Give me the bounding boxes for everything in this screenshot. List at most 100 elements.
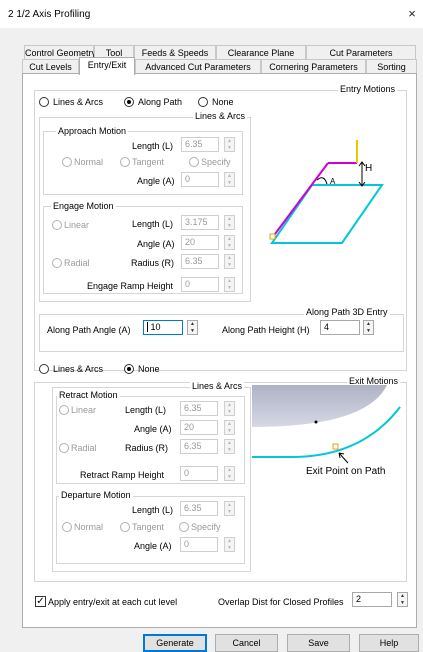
along-path-title: Along Path 3D Entry: [304, 307, 390, 317]
retract-ramp-field[interactable]: 0: [180, 466, 218, 481]
entry-motions-title: Entry Motions: [338, 84, 398, 94]
entry-lines-arcs-label: Lines & Arcs: [53, 97, 104, 107]
apply-entry-exit-checkbox[interactable]: ✓: [35, 596, 46, 607]
engage-ramp-field[interactable]: 0: [181, 277, 219, 292]
departure-normal-radio[interactable]: [62, 522, 72, 532]
along-path-height-spinner[interactable]: ▲ ▼: [363, 320, 374, 335]
overlap-dist-label: Overlap Dist for Closed Profiles: [218, 597, 344, 607]
diagram-angle-label: A: [330, 177, 336, 186]
departure-angle-spinner[interactable]: ▲ ▼: [224, 537, 235, 552]
approach-normal-radio[interactable]: [62, 157, 72, 167]
approach-specify-radio[interactable]: [189, 157, 199, 167]
departure-tangent-radio[interactable]: [120, 522, 130, 532]
departure-length-label: Length (L): [132, 505, 174, 515]
entry-lines-arcs-radio[interactable]: [39, 97, 49, 107]
retract-linear-radio[interactable]: [59, 405, 69, 415]
exit-lines-arcs-title: Lines & Arcs: [190, 381, 245, 391]
retract-motion-title: Retract Motion: [57, 390, 120, 400]
retract-radial-radio[interactable]: [59, 443, 69, 453]
entry-start-point: [269, 233, 276, 240]
entry-along-path-radio[interactable]: [124, 97, 134, 107]
along-path-angle-field[interactable]: 10: [143, 320, 183, 335]
exit-none-radio[interactable]: [124, 364, 134, 374]
retract-angle-spinner[interactable]: ▲ ▼: [224, 420, 235, 435]
approach-tangent-label: Tangent: [132, 157, 165, 167]
retract-length-label: Length (L): [125, 405, 167, 415]
tab-sorting[interactable]: Sorting: [366, 59, 417, 74]
exit-lines-arcs-radio[interactable]: [39, 364, 49, 374]
apply-entry-exit-label: Apply entry/exit at each cut level: [48, 597, 178, 607]
tab-clearance-plane[interactable]: Clearance Plane: [216, 45, 306, 60]
retract-radius-field[interactable]: 6.35: [180, 439, 218, 454]
engage-linear-radio[interactable]: [52, 220, 62, 230]
tab-feeds-speeds[interactable]: Feeds & Speeds: [134, 45, 216, 60]
along-path-height-field[interactable]: 4: [320, 320, 360, 335]
retract-angle-field[interactable]: 20: [180, 420, 218, 435]
departure-length-spinner[interactable]: ▲ ▼: [224, 501, 235, 516]
entry-plane-outline: [270, 184, 384, 244]
engage-angle-field[interactable]: 20: [181, 235, 219, 250]
approach-length-field[interactable]: 6.35: [181, 137, 219, 152]
approach-angle-field[interactable]: 0: [181, 172, 219, 187]
departure-motion-title: Departure Motion: [59, 490, 133, 500]
engage-length-field[interactable]: 3.175: [181, 215, 219, 230]
entry-lines-arcs-title: Lines & Arcs: [193, 111, 248, 121]
tab-entry-exit[interactable]: Entry/Exit: [79, 57, 135, 75]
engage-radius-field[interactable]: 6.35: [181, 254, 219, 269]
exit-lines-arcs-label: Lines & Arcs: [53, 364, 104, 374]
retract-length-field[interactable]: 6.35: [180, 401, 218, 416]
exit-part-surface: [252, 385, 387, 427]
engage-length-spinner[interactable]: ▲ ▼: [224, 215, 235, 230]
engage-angle-spinner[interactable]: ▲ ▼: [224, 235, 235, 250]
departure-length-field[interactable]: 6.35: [180, 501, 218, 516]
tab-divider: [135, 73, 417, 74]
generate-button[interactable]: Generate: [143, 634, 207, 652]
tab-cut-parameters[interactable]: Cut Parameters: [306, 45, 416, 60]
approach-normal-label: Normal: [74, 157, 104, 167]
engage-radius-spinner[interactable]: ▲ ▼: [224, 254, 235, 269]
retract-length-spinner[interactable]: ▲ ▼: [224, 401, 235, 416]
retract-radius-spinner[interactable]: ▲ ▼: [224, 439, 235, 454]
engage-radial-label: Radial: [64, 258, 90, 268]
close-icon[interactable]: ×: [404, 6, 420, 22]
departure-specify-label: Specify: [191, 522, 221, 532]
diagram-height-label: H: [365, 163, 373, 174]
overlap-dist-spinner[interactable]: ▲ ▼: [397, 592, 408, 607]
engage-angle-label: Angle (A): [137, 239, 175, 249]
departure-normal-label: Normal: [74, 522, 104, 532]
engage-radial-radio[interactable]: [52, 258, 62, 268]
engage-ramp-spinner[interactable]: ▲ ▼: [224, 277, 235, 292]
along-path-angle-spinner[interactable]: ▲ ▼: [187, 320, 198, 335]
help-button[interactable]: Help: [359, 634, 419, 652]
entry-diagram: [269, 140, 384, 244]
window-title: 2 1/2 Axis Profiling: [8, 9, 91, 20]
entry-none-radio[interactable]: [198, 97, 208, 107]
entry-along-path-label: Along Path: [138, 97, 183, 107]
retract-linear-label: Linear: [71, 405, 97, 415]
engage-length-label: Length (L): [132, 219, 174, 229]
approach-length-label: Length (L): [132, 141, 174, 151]
departure-specify-radio[interactable]: [179, 522, 189, 532]
retract-ramp-spinner[interactable]: ▲ ▼: [224, 466, 235, 481]
tab-cut-levels[interactable]: Cut Levels: [22, 59, 79, 74]
exit-point-marker: [332, 443, 339, 450]
departure-angle-field[interactable]: 0: [180, 537, 218, 552]
cancel-button[interactable]: Cancel: [215, 634, 278, 652]
entry-none-label: None: [212, 97, 234, 107]
approach-angle-label: Angle (A): [137, 176, 175, 186]
tab-divider: [22, 73, 79, 74]
tab-advanced-cut-parameters[interactable]: Advanced Cut Parameters: [135, 59, 261, 74]
approach-specify-label: Specify: [201, 157, 231, 167]
exit-point-pointer: [338, 452, 349, 464]
retract-ramp-label: Retract Ramp Height: [80, 470, 165, 480]
entry-ramp-path: [271, 162, 329, 239]
approach-length-spinner[interactable]: ▲ ▼: [224, 137, 235, 152]
engage-radius-label: Radius (R): [131, 258, 175, 268]
departure-tangent-label: Tangent: [132, 522, 165, 532]
tab-cornering-parameters[interactable]: Cornering Parameters: [261, 59, 366, 74]
approach-angle-spinner[interactable]: ▲ ▼: [224, 172, 235, 187]
angle-arc: [316, 177, 328, 185]
approach-tangent-radio[interactable]: [120, 157, 130, 167]
save-button[interactable]: Save: [287, 634, 350, 652]
overlap-dist-field[interactable]: 2: [352, 592, 392, 607]
